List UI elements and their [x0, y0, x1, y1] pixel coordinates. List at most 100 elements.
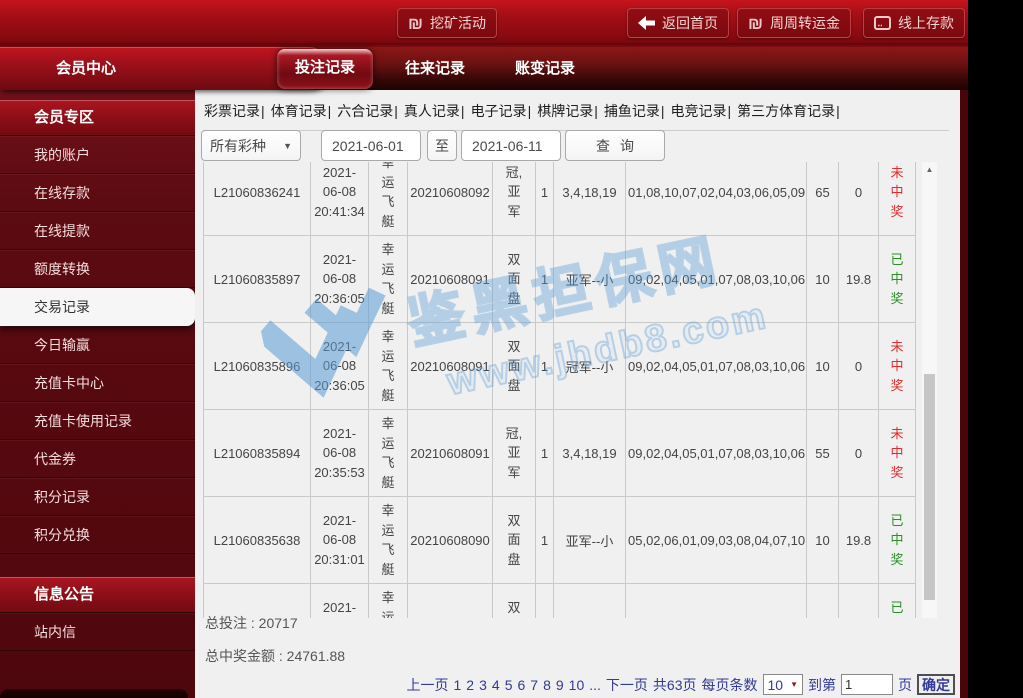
sidebar-item[interactable]: 今日输赢: [0, 326, 195, 364]
cell-order-id[interactable]: L21060835638: [204, 497, 311, 584]
filter-separator: |: [528, 103, 532, 119]
table-row: L21060835897 2021- 06-08 20:36:05 幸运飞艇 2…: [204, 236, 916, 323]
weekly-bonus-button[interactable]: ₪ 周周转运金: [737, 8, 851, 38]
page-number-link[interactable]: 1: [454, 677, 462, 693]
cell-time: 2021- 06-08 20:36:05: [311, 323, 369, 410]
cell-amount: 55: [807, 410, 839, 497]
page-number-link[interactable]: 6: [517, 677, 525, 693]
online-deposit-label: 线上存款: [898, 13, 954, 33]
cell-issue: 20210608091: [408, 410, 493, 497]
tab[interactable]: 投注记录: [277, 49, 373, 89]
sidebar-item[interactable]: 在线存款: [0, 174, 195, 212]
filter-link[interactable]: 真人记录: [404, 103, 460, 119]
filter-link[interactable]: 第三方体育记录: [737, 103, 835, 119]
sidebar-item[interactable]: 代金券: [0, 440, 195, 478]
filter-link[interactable]: 电竞记录: [670, 103, 726, 119]
sidebar-item[interactable]: 站内信: [0, 613, 195, 651]
table-scrollbar[interactable]: ▲: [922, 162, 937, 618]
page-number-link[interactable]: 2: [466, 677, 474, 693]
sidebar-item[interactable]: 我的账户: [0, 136, 195, 174]
sidebar-section-header[interactable]: 信息公告: [0, 577, 195, 613]
page-number-link[interactable]: 10: [569, 677, 585, 693]
cell-draw-numbers: 05,02,06,01,09,03,08,04,07,10: [626, 584, 807, 619]
cell-draw-numbers: 05,02,06,01,09,03,08,04,07,10: [626, 497, 807, 584]
mining-activity-label: 挖矿活动: [430, 13, 486, 33]
cell-status: 已中奖: [879, 584, 916, 619]
cell-draw-numbers: 01,08,10,07,02,04,03,06,05,09: [626, 162, 807, 236]
page-number-link[interactable]: 4: [492, 677, 500, 693]
sidebar-item[interactable]: 交易记录: [0, 288, 195, 326]
cell-bet-content: 3,4,18,19: [554, 162, 626, 236]
chevron-down-icon: ▼: [283, 141, 292, 151]
sidebar-item[interactable]: 充值卡使用记录: [0, 402, 195, 440]
page-number-link[interactable]: 8: [543, 677, 551, 693]
per-page-value: 10: [768, 677, 784, 693]
sidebar-section-header[interactable]: 会员专区: [0, 100, 195, 136]
cell-order-id[interactable]: L21060835897: [204, 236, 311, 323]
cell-order-id[interactable]: L21060835894: [204, 410, 311, 497]
page-unit-label: 页: [898, 675, 912, 695]
tab[interactable]: 往来记录: [387, 49, 483, 89]
table-row: L21060836241 2021- 06-08 20:41:34 幸运飞艇 2…: [204, 162, 916, 236]
filter-link[interactable]: 捕鱼记录: [604, 103, 660, 119]
page-number-link[interactable]: 7: [530, 677, 538, 693]
sidebar-item[interactable]: 积分兑换: [0, 516, 195, 554]
bet-records-table: L21060836241 2021- 06-08 20:41:34 幸运飞艇 2…: [203, 162, 916, 618]
cell-lottery: 幸运飞艇: [369, 584, 408, 619]
next-page-link[interactable]: 下一页: [606, 675, 648, 695]
cell-lottery: 幸运飞艇: [369, 236, 408, 323]
page-links: 123456789 10: [454, 677, 585, 693]
cell-time: 2021- 06-08 20:31:01: [311, 497, 369, 584]
mining-activity-button[interactable]: ₪ 挖矿活动: [397, 8, 497, 38]
filter-link[interactable]: 体育记录: [271, 103, 327, 119]
page-number-link[interactable]: 5: [505, 677, 513, 693]
right-border-strip: [960, 90, 968, 698]
cell-order-id[interactable]: L21060835896: [204, 323, 311, 410]
tab-list: 投注记录往来记录账变记录: [277, 47, 593, 90]
cell-lottery: 幸运飞艇: [369, 410, 408, 497]
cell-multiple: 1: [536, 162, 554, 236]
confirm-button[interactable]: 确定: [917, 674, 955, 695]
scrollbar-thumb[interactable]: [924, 374, 935, 600]
page-number-link[interactable]: 9: [556, 677, 564, 693]
per-page-select[interactable]: 10 ▼: [763, 674, 804, 695]
cell-order-id[interactable]: L21060836241: [204, 162, 311, 236]
tab[interactable]: 账变记录: [497, 49, 593, 89]
cell-payout: 19.8: [839, 497, 879, 584]
sidebar-item[interactable]: 充值卡中心: [0, 364, 195, 402]
date-from-input[interactable]: 2021-06-01: [321, 130, 421, 161]
table-row: L21060835894 2021- 06-08 20:35:53 幸运飞艇 2…: [204, 410, 916, 497]
page-number-link[interactable]: 3: [479, 677, 487, 693]
cell-bet-content: 冠军--小: [554, 584, 626, 619]
date-to-input[interactable]: 2021-06-11: [461, 130, 561, 161]
goto-page-input[interactable]: [841, 674, 893, 695]
cell-status: 未中奖: [879, 162, 916, 236]
filter-link[interactable]: 六合记录: [337, 103, 393, 119]
back-home-label: 返回首页: [662, 13, 718, 33]
cell-play-type: 双面盘: [493, 584, 536, 619]
sidebar-item[interactable]: 额度转换: [0, 250, 195, 288]
cell-issue: 20210608091: [408, 323, 493, 410]
filter-link[interactable]: 棋牌记录: [537, 103, 593, 119]
total-pages-label: 共63页: [653, 675, 697, 695]
filter-link[interactable]: 彩票记录: [204, 103, 260, 119]
back-home-button[interactable]: 返回首页: [627, 8, 729, 38]
cell-lottery: 幸运飞艇: [369, 497, 408, 584]
per-page-label: 每页条数: [702, 675, 758, 695]
search-button[interactable]: 查询: [565, 130, 665, 161]
lottery-select[interactable]: 所有彩种 ▼: [201, 130, 301, 161]
sidebar-footer-bar: [0, 689, 188, 698]
sidebar-menu: 会员专区我的账户在线存款在线提款额度转换交易记录今日输赢充值卡中心充值卡使用记录…: [0, 90, 195, 698]
filter-link[interactable]: 电子记录: [471, 103, 527, 119]
filter-separator: |: [261, 103, 265, 119]
cell-issue: 20210608090: [408, 497, 493, 584]
scrollbar-up-icon[interactable]: ▲: [922, 162, 937, 177]
sidebar-item[interactable]: 积分记录: [0, 478, 195, 516]
online-deposit-button[interactable]: 线上存款: [863, 8, 965, 38]
main-content: 彩票记录|体育记录|六合记录|真人记录|电子记录|棋牌记录|捕鱼记录|电竞记录|…: [195, 90, 960, 698]
cell-draw-numbers: 09,02,04,05,01,07,08,03,10,06: [626, 236, 807, 323]
sidebar-item[interactable]: 在线提款: [0, 212, 195, 250]
total-win-label: 总中奖金额 :: [205, 648, 283, 664]
cell-time: 2021- 06-08 20:36:05: [311, 236, 369, 323]
prev-page-link[interactable]: 上一页: [407, 675, 449, 695]
